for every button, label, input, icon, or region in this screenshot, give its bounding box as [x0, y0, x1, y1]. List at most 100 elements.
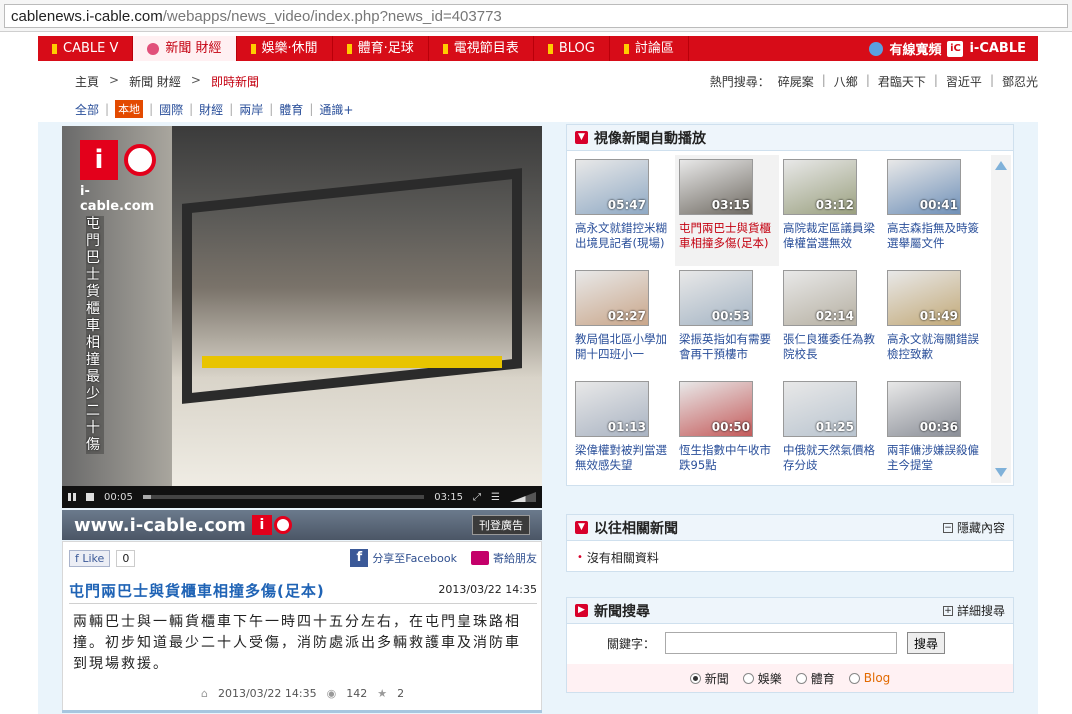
menu-icon[interactable]: ☰: [491, 492, 500, 503]
video-thumbnail[interactable]: 01:25: [783, 381, 857, 437]
scroll-down-icon[interactable]: [995, 468, 1007, 477]
advanced-search-link[interactable]: + 詳細搜尋: [942, 602, 1005, 619]
video-thumbnail[interactable]: 03:15: [679, 159, 753, 215]
video-thumbnail[interactable]: 01:49: [887, 270, 961, 326]
like-count: 0: [116, 549, 136, 567]
video-item[interactable]: 01:13 梁偉權對被判當選無效感失望: [571, 377, 675, 488]
divider: |: [229, 102, 234, 116]
video-thumbnail[interactable]: 05:47: [575, 159, 649, 215]
video-thumbnail[interactable]: 02:14: [783, 270, 857, 326]
divider: |: [989, 73, 994, 87]
video-item[interactable]: 03:12 高院裁定區議員梁偉權當選無效: [779, 155, 883, 266]
like-button[interactable]: f Like: [69, 549, 111, 567]
tab-general-studies[interactable]: 通識+: [319, 101, 353, 118]
video-item[interactable]: 02:27 教局倡北區小學加開十四班小一: [571, 266, 675, 377]
brand-name: 有線寬頻: [889, 43, 942, 58]
video-thumbnail[interactable]: 00:50: [679, 381, 753, 437]
video-thumbnail[interactable]: 03:12: [783, 159, 857, 215]
stop-icon[interactable]: [86, 493, 94, 501]
tab-local[interactable]: 本地: [115, 100, 144, 118]
nav-bullet-icon: [52, 43, 57, 54]
tab-all[interactable]: 全部: [75, 101, 99, 118]
site-url[interactable]: www.i-cable.com: [74, 515, 246, 536]
nav-item-entertainment[interactable]: 娛樂·休閒: [237, 36, 333, 61]
hide-content-toggle[interactable]: − 隱藏內容: [942, 519, 1005, 536]
hot-search-item[interactable]: 碎屍案: [778, 73, 814, 90]
video-caption[interactable]: 屯門兩巴士與貨櫃車相撞多傷(足本): [679, 221, 777, 251]
nav-item-news[interactable]: 新聞 財經: [133, 36, 237, 61]
breadcrumb-section[interactable]: 新聞 財經: [129, 73, 181, 90]
radio-icon: [742, 672, 754, 684]
star-icon[interactable]: ★: [377, 687, 387, 700]
video-caption[interactable]: 高永文就錯控米糊出境見記者(現場): [575, 221, 673, 251]
divider: |: [189, 102, 194, 116]
fullscreen-icon[interactable]: ⤢: [473, 492, 481, 503]
video-caption[interactable]: 兩菲傭涉嫌誤殺僱主今提堂: [887, 443, 985, 473]
video-thumbnail[interactable]: 02:27: [575, 270, 649, 326]
brand-link[interactable]: 有線寬頻 iC i-CABLE: [857, 36, 1038, 61]
video-caption[interactable]: 張仁良獲委任為教院校長: [783, 332, 881, 362]
video-item[interactable]: 00:41 高志森指無及時簽選舉屬文件: [883, 155, 987, 266]
tab-international[interactable]: 國際: [159, 101, 183, 118]
video-caption[interactable]: 梁偉權對被判當選無效感失望: [575, 443, 673, 473]
nav-item-blog[interactable]: BLOG: [534, 36, 610, 61]
video-item[interactable]: 05:47 高永文就錯控米糊出境見記者(現場): [571, 155, 675, 266]
scope-option-news[interactable]: 新聞: [689, 670, 729, 687]
share-facebook-button[interactable]: f 分享至Facebook: [350, 549, 457, 567]
video-thumbnail[interactable]: 00:53: [679, 270, 753, 326]
email-friend-button[interactable]: 寄給朋友: [471, 550, 537, 566]
video-caption[interactable]: 中俄就天然氣價格存分歧: [783, 443, 881, 473]
nav-item-label: 體育·足球: [357, 41, 414, 56]
facebook-icon: f: [350, 549, 369, 567]
video-caption[interactable]: 高永文就海關錯誤檢控致歉: [887, 332, 985, 362]
hot-search-item[interactable]: 君臨天下: [878, 73, 926, 90]
arrow-down-icon: ▼: [575, 131, 588, 144]
video-thumbnail[interactable]: 00:41: [887, 159, 961, 215]
scope-label: 體育: [810, 671, 835, 686]
video-item[interactable]: 00:50 恆生指數中午收市跌95點: [675, 377, 779, 488]
video-caption[interactable]: 恆生指數中午收市跌95點: [679, 443, 777, 473]
nav-item-forum[interactable]: 討論區: [610, 36, 689, 61]
scroll-up-icon[interactable]: [995, 161, 1007, 170]
video-item[interactable]: 01:49 高永文就海關錯誤檢控致歉: [883, 266, 987, 377]
player-controls: 00:05 03:15 ⤢ ☰: [62, 486, 542, 508]
video-item[interactable]: 00:53 梁振英指如有需要會再干預樓市: [675, 266, 779, 377]
video-caption[interactable]: 梁振英指如有需要會再干預樓市: [679, 332, 777, 362]
scope-option-entertainment[interactable]: 娛樂: [742, 670, 782, 687]
video-thumbnail[interactable]: 01:13: [575, 381, 649, 437]
seek-bar[interactable]: [142, 495, 425, 499]
advertise-button[interactable]: 刊登廣告: [472, 515, 530, 535]
video-item[interactable]: 02:14 張仁良獲委任為教院校長: [779, 266, 883, 377]
tab-cross-strait[interactable]: 兩岸: [239, 101, 263, 118]
video-thumbnail[interactable]: 00:36: [887, 381, 961, 437]
hot-search-item[interactable]: 八鄉: [834, 73, 858, 90]
video-caption[interactable]: 高志森指無及時簽選舉屬文件: [887, 221, 985, 251]
video-item[interactable]: 01:25 中俄就天然氣價格存分歧: [779, 377, 883, 488]
hot-search-item[interactable]: 鄧忍光: [1002, 73, 1038, 90]
video-item[interactable]: 03:15 屯門兩巴士與貨櫃車相撞多傷(足本): [675, 155, 779, 266]
search-button[interactable]: 搜尋: [907, 632, 946, 654]
video-duration: 02:27: [607, 309, 646, 323]
nav-item-cablev[interactable]: CABLE V: [38, 36, 134, 61]
breadcrumb-home[interactable]: 主頁: [75, 73, 99, 90]
scope-option-sports[interactable]: 體育: [795, 670, 835, 687]
tab-sports[interactable]: 體育: [279, 101, 303, 118]
nav-item-tv-schedule[interactable]: 電視節目表: [429, 36, 534, 61]
video-duration: 00:41: [919, 198, 958, 212]
nav-item-sports[interactable]: 體育·足球: [333, 36, 429, 61]
video-caption[interactable]: 教局倡北區小學加開十四班小一: [575, 332, 673, 362]
video-scrollbar[interactable]: [991, 155, 1011, 483]
related-list: • 沒有相關資料: [567, 541, 1013, 574]
bullet-icon: •: [577, 552, 583, 563]
hot-search-item[interactable]: 習近平: [946, 73, 982, 90]
breadcrumb-current[interactable]: 即時新聞: [211, 73, 259, 90]
video-item[interactable]: 00:36 兩菲傭涉嫌誤殺僱主今提堂: [883, 377, 987, 488]
keyword-input[interactable]: [665, 632, 898, 654]
url-field[interactable]: cablenews.i-cable.com/webapps/news_video…: [4, 4, 1068, 28]
tab-finance[interactable]: 財經: [199, 101, 223, 118]
video-caption[interactable]: 高院裁定區議員梁偉權當選無效: [783, 221, 881, 251]
scope-option-blog[interactable]: Blog: [848, 671, 890, 685]
volume-icon[interactable]: [510, 492, 536, 502]
video-player[interactable]: i i-cable.com 屯門巴士貨櫃車相撞最少二十傷 00:05 03:15…: [62, 126, 542, 508]
pause-icon[interactable]: [68, 493, 76, 501]
